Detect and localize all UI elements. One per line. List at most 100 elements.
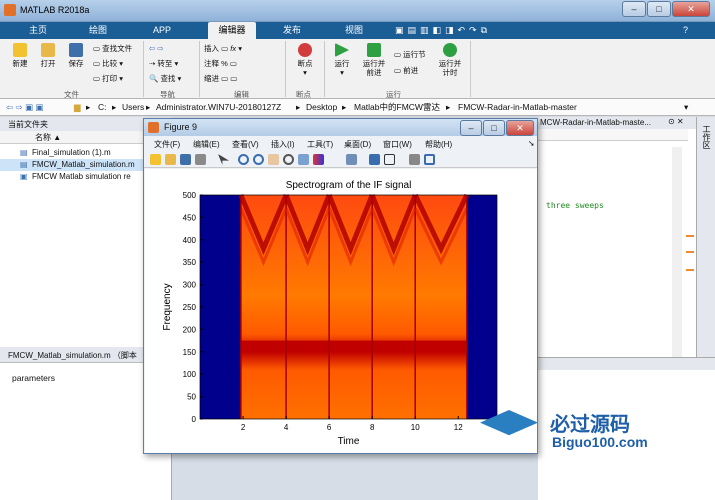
- menu-dock-icon[interactable]: ➘: [528, 139, 535, 148]
- x-tick-label: 6: [327, 423, 332, 432]
- minimize-button[interactable]: –: [622, 1, 646, 17]
- tab-home[interactable]: 主页: [18, 22, 58, 39]
- matlab-logo-icon: [148, 122, 159, 133]
- save-icon[interactable]: [180, 154, 191, 165]
- path-segment[interactable]: FMCW-Radar-in-Matlab-master: [458, 99, 577, 116]
- watermark-title: 必过源码: [550, 414, 630, 436]
- new-figure-icon[interactable]: [150, 154, 161, 165]
- x-axis-label: Time: [338, 436, 360, 447]
- matlab-logo-icon: [4, 4, 16, 16]
- run-time-button[interactable]: 运行并 计时: [436, 43, 464, 77]
- warning-marker[interactable]: [686, 235, 694, 237]
- compare-button[interactable]: ▭ 比较 ▾: [93, 59, 123, 69]
- back-forward-icon[interactable]: ⇦ ⇨: [149, 44, 164, 54]
- workspace-tab[interactable]: 工作区: [696, 117, 715, 357]
- close-button[interactable]: ✕: [672, 1, 710, 17]
- tab-apps[interactable]: APP: [142, 22, 182, 39]
- print-icon[interactable]: [195, 154, 206, 165]
- spectrogram-chart[interactable]: 2 4 6 8 10 12 0 50 100 150 200 250 300 350 400 450 500 Sp…: [145, 169, 537, 453]
- y-tick-label: 500: [183, 191, 197, 200]
- tab-editor[interactable]: 编辑器: [208, 22, 256, 39]
- y-tick-label: 100: [183, 370, 197, 379]
- command-window-header: [538, 358, 715, 370]
- indent-button[interactable]: 缩进 ▭ ▭: [204, 74, 237, 84]
- maximize-button[interactable]: □: [647, 1, 671, 17]
- path-segment[interactable]: Administrator.WIN7U-20180127Z: [156, 99, 281, 116]
- divider: [199, 41, 200, 97]
- open-icon[interactable]: [165, 154, 176, 165]
- address-bar[interactable]: ⇦ ⇨ ▣ ▣ ▆ ▸ C: ▸ Users ▸ Administrator.W…: [0, 99, 715, 116]
- close-button[interactable]: ✕: [506, 120, 534, 136]
- colorbar-icon[interactable]: [369, 154, 380, 165]
- menu-insert[interactable]: 插入(I): [271, 139, 295, 150]
- path-sep-icon: ▸: [296, 102, 301, 112]
- figure-window[interactable]: Figure 9 – □ ✕ 文件(F) 编辑(E) 查看(V) 插入(I) 工…: [143, 118, 538, 454]
- figure-menu-bar: 文件(F) 编辑(E) 查看(V) 插入(I) 工具(T) 桌面(D) 窗口(W…: [144, 137, 537, 151]
- warning-marker[interactable]: [686, 251, 694, 253]
- menu-view[interactable]: 查看(V): [232, 139, 259, 150]
- goto-button[interactable]: ⇢ 转至 ▾: [149, 59, 178, 69]
- panel-controls-icon[interactable]: ⊙ ✕: [668, 117, 684, 126]
- path-sep-icon: ▸: [146, 102, 151, 112]
- plot-area[interactable]: 2 4 6 8 10 12 0 50 100 150 200 250 300 350 400 450 500 Sp…: [145, 169, 537, 453]
- mat-file-icon: ▣: [20, 172, 28, 181]
- minimize-button[interactable]: –: [460, 120, 482, 136]
- y-tick-label: 150: [183, 348, 197, 357]
- watermark: 必过源码 Biguo100.com: [480, 400, 700, 460]
- advance-button[interactable]: ▭ 前进: [394, 66, 418, 76]
- editor-tab-strip[interactable]: [538, 129, 688, 141]
- menu-desktop[interactable]: 桌面(D): [344, 139, 371, 150]
- path-segment[interactable]: Desktop: [306, 99, 337, 116]
- comment-button[interactable]: 注释 % ▭: [204, 59, 237, 69]
- menu-file[interactable]: 文件(F): [154, 139, 180, 150]
- watermark-url: Biguo100.com: [552, 434, 648, 450]
- quick-access-toolbar[interactable]: ▣▤▥◧◨↶↷⧉: [395, 25, 491, 36]
- hide-tools-icon[interactable]: [409, 154, 420, 165]
- run-button[interactable]: 运行 ▾: [330, 43, 354, 77]
- brush-icon[interactable]: [313, 154, 324, 165]
- tab-plots[interactable]: 绘图: [78, 22, 118, 39]
- ribbon: 新建 打开 保存 ▭ 查找文件 ▭ 比较 ▾ ▭ 打印 ▾ 文件 ⇦ ⇨ ⇢ 转…: [0, 39, 715, 99]
- zoom-in-icon[interactable]: [238, 154, 249, 165]
- editor-scrollbar[interactable]: [672, 147, 682, 357]
- find-files-button[interactable]: ▭ 查找文件: [93, 44, 132, 54]
- show-tools-icon[interactable]: [424, 154, 435, 165]
- breakpoints-button[interactable]: 断点 ▾: [292, 43, 318, 77]
- run-section-button[interactable]: ▭ 运行节: [394, 50, 426, 60]
- data-cursor-icon[interactable]: [298, 154, 309, 165]
- pointer-icon[interactable]: [218, 154, 229, 165]
- pan-icon[interactable]: [268, 154, 279, 165]
- tab-view[interactable]: 视图: [334, 22, 374, 39]
- rotate-icon[interactable]: [283, 154, 294, 165]
- path-segment[interactable]: Matlab中的FMCW雷达: [354, 99, 440, 116]
- y-tick-label: 300: [183, 281, 197, 290]
- menu-window[interactable]: 窗口(W): [383, 139, 412, 150]
- zoom-out-icon[interactable]: [253, 154, 264, 165]
- title-bar: MATLAB R2018a – □ ✕: [0, 0, 715, 22]
- nav-arrows-icon[interactable]: ⇦ ⇨ ▣ ▣: [6, 99, 43, 116]
- chevron-down-icon[interactable]: ▾: [684, 99, 688, 116]
- save-icon: [69, 43, 83, 57]
- find-button[interactable]: 🔍 查找 ▾: [149, 74, 181, 84]
- m-file-icon: ▤: [20, 160, 28, 169]
- path-segment[interactable]: C:: [98, 99, 107, 116]
- menu-tools[interactable]: 工具(T): [307, 139, 333, 150]
- warning-marker[interactable]: [686, 269, 694, 271]
- window-title: MATLAB R2018a: [20, 5, 90, 15]
- print-button[interactable]: ▭ 打印 ▾: [93, 74, 123, 84]
- link-plot-icon[interactable]: [346, 154, 357, 165]
- tab-publish[interactable]: 发布: [272, 22, 312, 39]
- run-advance-button[interactable]: 运行并 前进: [360, 43, 388, 77]
- help-icon[interactable]: ?: [683, 25, 688, 35]
- legend-icon[interactable]: [384, 154, 395, 165]
- x-tick-label: 10: [411, 423, 420, 432]
- new-button[interactable]: 新建: [8, 43, 32, 68]
- open-button[interactable]: 打开: [36, 43, 60, 68]
- code-line[interactable]: three sweeps: [546, 201, 604, 210]
- menu-edit[interactable]: 编辑(E): [193, 139, 220, 150]
- save-button[interactable]: 保存: [64, 43, 88, 68]
- path-segment[interactable]: Users: [122, 99, 144, 116]
- insert-button[interactable]: 插入 ▭ fx ▾: [204, 44, 242, 54]
- menu-help[interactable]: 帮助(H): [425, 139, 452, 150]
- maximize-button[interactable]: □: [483, 120, 505, 136]
